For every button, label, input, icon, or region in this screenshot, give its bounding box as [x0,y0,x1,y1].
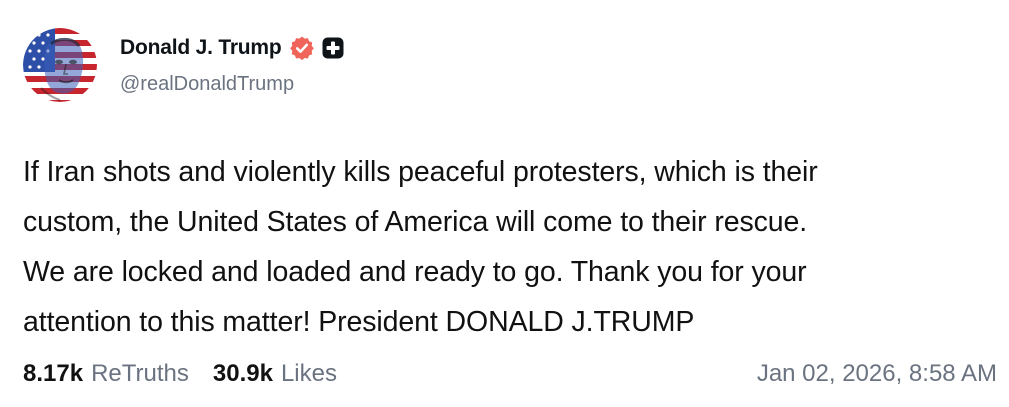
retruths-stat[interactable]: 8.17k ReTruths [23,360,189,388]
retruths-label: ReTruths [91,360,189,387]
post-stats: 8.17k ReTruths 30.9k Likes [23,360,337,388]
post-text-line: If Iran shots and violently kills peacef… [23,156,818,188]
post-text-line: custom, the United States of America wil… [23,206,808,238]
verified-badge-icon [289,35,315,61]
retruths-count: 8.17k [23,360,84,387]
truth-post: Donald J. Trump @realDonaldTrump If Iran… [0,0,1009,407]
likes-stat[interactable]: 30.9k Likes [213,360,337,388]
flag-portrait-avatar-icon [23,28,97,102]
likes-count: 30.9k [212,360,273,387]
author-name-row: Donald J. Trump [120,34,344,62]
author-handle[interactable]: @realDonaldTrump [120,73,294,96]
author-avatar[interactable] [23,28,97,102]
plus-badge-icon [322,37,344,59]
post-timestamp[interactable]: Jan 02, 2026, 8:58 AM [757,360,997,388]
post-text-line: We are locked and loaded and ready to go… [23,256,807,288]
author-display-name[interactable]: Donald J. Trump [120,36,282,60]
post-body: If Iran shots and violently kills peacef… [23,147,988,347]
post-text-line: attention to this matter! President DONA… [23,306,695,338]
likes-label: Likes [280,360,337,387]
